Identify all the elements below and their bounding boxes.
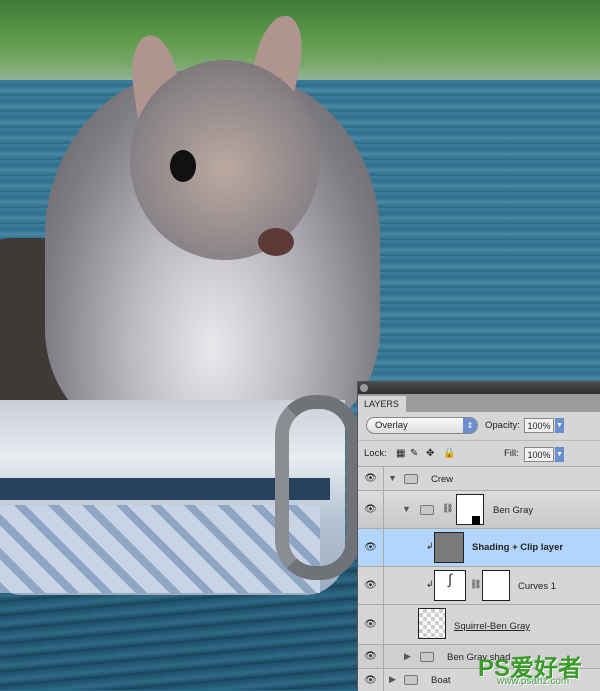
- expand-triangle-icon[interactable]: ▼: [388, 473, 397, 483]
- lock-brush-icon[interactable]: ✎: [410, 448, 418, 459]
- lock-all-icon[interactable]: 🔒: [443, 448, 455, 459]
- fill-label: Fill:: [504, 448, 519, 459]
- watermark-url: www.psahz.com: [497, 676, 570, 687]
- layer-row-squirrel[interactable]: 👁 Squirrel-Ben Gray: [358, 604, 600, 644]
- visibility-eye-icon[interactable]: 👁: [358, 467, 384, 490]
- layer-name: Ben Gray: [493, 505, 534, 516]
- layer-row-ben-gray[interactable]: 👁 ▼ ⛓ Ben Gray: [358, 490, 600, 528]
- link-icon: ⛓: [442, 503, 454, 513]
- curves-icon[interactable]: ∫: [434, 570, 466, 601]
- expand-triangle-icon[interactable]: ▶: [404, 651, 411, 662]
- mask-thumbnail[interactable]: [456, 494, 484, 525]
- squirrel-nose: [258, 228, 294, 256]
- layer-row-shading-clip[interactable]: 👁 ↲ Shading + Clip layer: [358, 528, 600, 566]
- expand-triangle-icon[interactable]: ▼: [402, 504, 411, 514]
- opacity-dropdown-icon[interactable]: ▼: [555, 418, 564, 433]
- folder-icon: [404, 474, 418, 484]
- squirrel-head: [130, 60, 320, 260]
- layer-name: Shading + Clip layer: [472, 542, 564, 553]
- fill-input[interactable]: 100%: [524, 447, 554, 462]
- squirrel-eye: [170, 150, 196, 182]
- mask-thumbnail[interactable]: [482, 570, 510, 601]
- folder-icon: [420, 505, 434, 515]
- visibility-eye-icon[interactable]: 👁: [358, 567, 384, 604]
- layer-thumbnail[interactable]: [434, 532, 464, 563]
- layer-name: Squirrel-Ben Gray: [454, 621, 531, 632]
- opacity-input[interactable]: 100%: [524, 418, 554, 433]
- visibility-eye-icon[interactable]: 👁: [358, 669, 384, 691]
- expand-triangle-icon[interactable]: ▶: [389, 674, 396, 685]
- blend-mode-select[interactable]: Overlay ⇕: [366, 417, 478, 434]
- visibility-eye-icon[interactable]: 👁: [358, 645, 384, 668]
- layer-name: Boat: [431, 675, 451, 686]
- folder-icon: [420, 652, 434, 662]
- layer-name: Curves 1: [518, 581, 557, 592]
- panel-titlebar[interactable]: [358, 382, 600, 394]
- visibility-eye-icon[interactable]: 👁: [358, 491, 384, 528]
- clip-arrow-icon: ↲: [426, 579, 434, 589]
- smart-object-thumbnail[interactable]: [418, 608, 446, 639]
- can-handle: [275, 395, 360, 580]
- close-icon[interactable]: [360, 384, 368, 392]
- fill-dropdown-icon[interactable]: ▼: [555, 447, 564, 462]
- lock-transparent-icon[interactable]: ▦: [396, 448, 405, 459]
- blend-mode-value: Overlay: [375, 420, 408, 431]
- layer-name: Crew: [431, 474, 454, 485]
- layer-row-crew[interactable]: 👁 ▼ Crew: [358, 466, 600, 490]
- lock-move-icon[interactable]: ✥: [426, 448, 434, 459]
- layers-panel: LAYERS Overlay ⇕ Opacity: 100% ▼ Lock: ▦ …: [357, 381, 600, 691]
- can-pattern: [0, 505, 320, 593]
- clip-arrow-icon: ↲: [426, 541, 434, 551]
- link-icon: ⛓: [470, 579, 482, 589]
- updown-arrow-icon: ⇕: [463, 418, 477, 433]
- layer-row-curves[interactable]: 👁 ↲ ∫ ⛓ Curves 1: [358, 566, 600, 604]
- tab-layers[interactable]: LAYERS: [358, 396, 406, 412]
- visibility-eye-icon[interactable]: 👁: [358, 529, 384, 566]
- folder-icon: [404, 675, 418, 685]
- visibility-eye-icon[interactable]: 👁: [358, 605, 384, 644]
- opacity-label: Opacity:: [485, 420, 520, 431]
- lock-label: Lock:: [364, 448, 387, 459]
